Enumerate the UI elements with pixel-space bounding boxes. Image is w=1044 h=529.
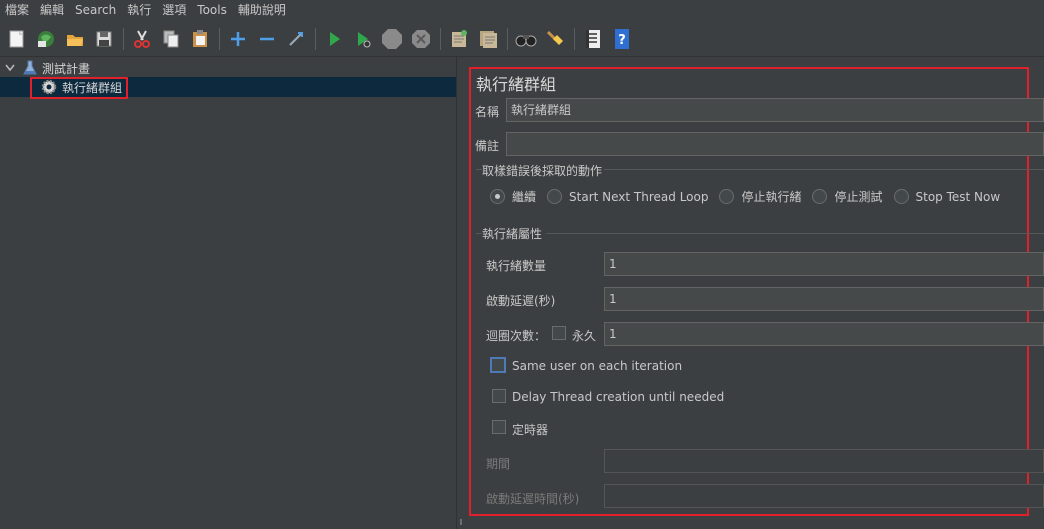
search-icon[interactable] bbox=[514, 27, 538, 51]
tree-node-test-plan[interactable]: 測試計畫 bbox=[0, 58, 456, 78]
radio-start-next-loop[interactable] bbox=[547, 189, 563, 204]
menu-edit[interactable]: 編輯 bbox=[35, 0, 70, 21]
stop-icon[interactable] bbox=[380, 27, 404, 51]
radio-continue[interactable] bbox=[490, 189, 505, 204]
toolbar: ? bbox=[0, 21, 1044, 57]
new-icon[interactable] bbox=[5, 27, 29, 51]
toolbar-separator bbox=[574, 27, 575, 50]
duration-label: 期間 bbox=[486, 457, 511, 471]
open-icon[interactable] bbox=[63, 27, 87, 51]
reset-search-icon[interactable] bbox=[543, 27, 567, 51]
clear-all-icon[interactable] bbox=[476, 27, 500, 51]
comment-label: 備註 bbox=[475, 139, 500, 153]
delay-thread-checkbox[interactable] bbox=[492, 389, 506, 403]
radio-stop-test-label: 停止測試 bbox=[834, 190, 883, 204]
group-border bbox=[604, 169, 1044, 170]
menu-run[interactable]: 執行 bbox=[122, 0, 157, 21]
radio-stop-test-now-label: Stop Test Now bbox=[915, 189, 1001, 204]
duration-field bbox=[604, 449, 1044, 473]
threads-label: 執行緒數量 bbox=[486, 259, 547, 273]
name-field[interactable]: 執行緒群組 bbox=[506, 98, 1044, 122]
forever-checkbox[interactable] bbox=[552, 326, 566, 340]
menu-help[interactable]: 輔助說明 bbox=[233, 0, 292, 21]
radio-start-next-loop-label: Start Next Thread Loop bbox=[569, 189, 709, 204]
name-label: 名稱 bbox=[475, 105, 500, 119]
menu-tools[interactable]: Tools bbox=[192, 0, 233, 21]
toolbar-separator bbox=[440, 27, 441, 50]
paste-icon[interactable] bbox=[188, 27, 212, 51]
thread-group-panel: 執行緒群組 名稱 執行緒群組 備註 取樣錯誤後採取的動作 繼續 Start Ne… bbox=[466, 57, 1044, 529]
start-no-pause-icon[interactable] bbox=[351, 27, 375, 51]
highlight-box bbox=[30, 77, 128, 99]
toolbar-separator bbox=[123, 27, 124, 50]
startup-delay-label: 啟動延遲時間(秒) bbox=[486, 492, 580, 506]
sampler-error-options: 繼續 Start Next Thread Loop 停止執行緒 停止測試 Sto… bbox=[490, 188, 1011, 205]
toggle-icon[interactable] bbox=[284, 27, 308, 51]
rampup-label: 啟動延遲(秒) bbox=[486, 294, 556, 308]
delay-thread-label: Delay Thread creation until needed bbox=[512, 390, 725, 404]
radio-continue-label: 繼續 bbox=[512, 190, 537, 204]
loop-count-field[interactable]: 1 bbox=[604, 322, 1044, 346]
menu-bar: 檔案 編輯 Search 執行 選項 Tools 輔助說明 bbox=[0, 0, 1044, 21]
forever-label: 永久 bbox=[572, 329, 597, 343]
split-pane-divider[interactable] bbox=[456, 57, 465, 529]
save-icon[interactable] bbox=[92, 27, 116, 51]
toolbar-separator bbox=[219, 27, 220, 50]
radio-stop-test[interactable] bbox=[812, 189, 828, 204]
start-icon[interactable] bbox=[322, 27, 346, 51]
menu-search[interactable]: Search bbox=[70, 0, 122, 21]
copy-icon[interactable] bbox=[159, 27, 183, 51]
flask-icon bbox=[23, 60, 37, 76]
chevron-down-icon[interactable] bbox=[3, 64, 17, 72]
thread-properties-title: 執行緒屬性 bbox=[482, 227, 543, 241]
scheduler-label: 定時器 bbox=[512, 423, 549, 437]
loop-count-label: 迴圈次數： bbox=[486, 329, 547, 343]
function-helper-icon[interactable] bbox=[581, 27, 605, 51]
group-border bbox=[546, 233, 1044, 234]
radio-stop-thread[interactable] bbox=[719, 189, 735, 204]
startup-delay-field bbox=[604, 484, 1044, 508]
svg-text:?: ? bbox=[618, 33, 626, 48]
clear-icon[interactable] bbox=[447, 27, 471, 51]
splitter-grip bbox=[460, 519, 462, 525]
scheduler-checkbox[interactable] bbox=[492, 420, 506, 434]
radio-stop-test-now[interactable] bbox=[893, 189, 909, 204]
sampler-error-title: 取樣錯誤後採取的動作 bbox=[482, 164, 603, 178]
tree-label-test-plan: 測試計畫 bbox=[42, 61, 91, 76]
test-plan-tree: 測試計畫 執行緒群組 bbox=[0, 57, 456, 529]
toolbar-separator bbox=[315, 27, 316, 50]
cut-icon[interactable] bbox=[130, 27, 154, 51]
expand-icon[interactable] bbox=[226, 27, 250, 51]
same-user-checkbox[interactable] bbox=[490, 357, 506, 373]
toolbar-separator bbox=[507, 27, 508, 50]
rampup-field[interactable]: 1 bbox=[604, 287, 1044, 311]
comment-field[interactable] bbox=[506, 132, 1044, 156]
panel-title: 執行緒群組 bbox=[476, 75, 557, 94]
templates-icon[interactable] bbox=[34, 27, 58, 51]
radio-stop-thread-label: 停止執行緒 bbox=[741, 190, 802, 204]
menu-options[interactable]: 選項 bbox=[157, 0, 192, 21]
threads-field[interactable]: 1 bbox=[604, 252, 1044, 276]
menu-file[interactable]: 檔案 bbox=[0, 0, 35, 21]
same-user-label: Same user on each iteration bbox=[512, 359, 683, 373]
shutdown-icon[interactable] bbox=[409, 27, 433, 51]
collapse-icon[interactable] bbox=[255, 27, 279, 51]
help-icon[interactable]: ? bbox=[610, 27, 634, 51]
